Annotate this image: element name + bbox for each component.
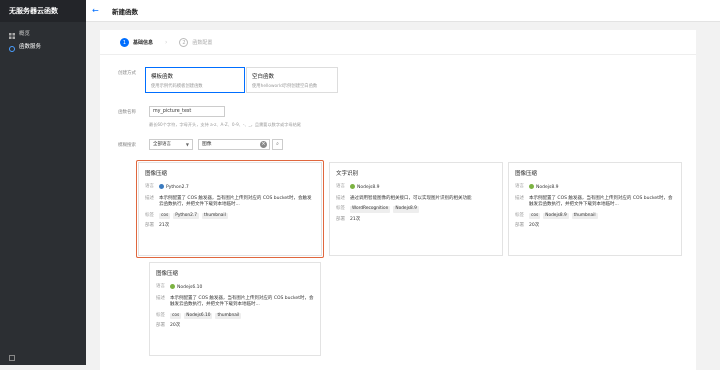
sidebar-item-overview[interactable]: 概览 (0, 28, 86, 41)
step-number: 2 (179, 38, 189, 47)
main-panel: 1 基础信息 › 2 函数配置 创建方式 模板函数 使用示例代码模板创建函数 空… (100, 30, 696, 370)
deploy-count: 21次 (350, 216, 361, 222)
step-label: 函数配置 (192, 40, 213, 46)
sidebar-item-label: 概览 (19, 31, 31, 37)
name-hint: 最长60个字符，字母开头，支持 a-z、A-Z、0-9、-、_，且需要以数字或字… (149, 122, 301, 127)
runtime-label: 语言 (156, 284, 165, 289)
chevron-right-icon: › (165, 39, 168, 46)
topbar: ← 新建函数 (86, 0, 720, 22)
method-label: 创建方式 (118, 71, 136, 76)
template-card[interactable]: 图像压缩 语言 Nodejs6.10 描述 本示例配置了 COS 触发器，当有图片上… (149, 262, 321, 356)
template-desc: 本示例配置了 COS 触发器，当有图片上传到对应的 COS bucket时，会触… (529, 195, 673, 208)
tag: thumbnail (571, 212, 598, 219)
deploys-label: 部署 (156, 323, 165, 328)
app-title: 无服务器云函数 (0, 0, 86, 22)
method-desc: 使用helloworld示例创建空白函数 (252, 84, 318, 89)
function-name-input[interactable]: my_picture_test (149, 106, 225, 117)
method-template-card[interactable]: 模板函数 使用示例代码模板创建函数 (145, 67, 245, 93)
nodejs-icon (170, 284, 175, 289)
sidebar-item-label: 函数服务 (19, 44, 42, 50)
tags-label: 标签 (336, 206, 345, 211)
template-name: 文字识别 (336, 171, 359, 177)
method-desc: 使用示例代码模板创建函数 (151, 84, 203, 89)
search-icon[interactable]: ⌕ (272, 139, 283, 150)
runtime-value: Nodejs6.10 (177, 285, 203, 290)
grid-icon (9, 32, 15, 39)
divider (100, 54, 696, 55)
tags-label: 标签 (156, 312, 165, 318)
function-icon (9, 45, 15, 52)
runtime-value: Nodejs8.9 (357, 185, 380, 190)
desc-label: 描述 (515, 195, 524, 201)
deploy-count: 20次 (170, 323, 181, 328)
template-desc: 通过调用智能图像的相关接口，可以实现图片识别的相关功能 (350, 195, 472, 201)
tag: cos (529, 212, 541, 219)
nodejs-icon (529, 184, 534, 189)
selection-highlight (136, 160, 324, 258)
nodejs-icon (350, 184, 355, 189)
language-select-value: 全部语言 (153, 142, 171, 147)
step-label: 基础信息 (133, 40, 154, 46)
tag: Nodejs6.10 (184, 312, 213, 319)
deploy-count: 20次 (529, 223, 540, 228)
tag: thumbnail (215, 312, 242, 319)
search-label: 模糊搜索 (118, 143, 136, 148)
template-desc: 本示例配置了 COS 触发器，当有图片上传到对应的 COS bucket时，会触… (170, 295, 314, 308)
template-name: 图像压缩 (515, 171, 538, 177)
language-select[interactable]: 全部语言 ▼ (149, 139, 193, 150)
page-title: 新建函数 (112, 7, 138, 16)
tag: Nodejs8.9 (393, 206, 419, 213)
back-arrow-icon[interactable]: ← (92, 6, 106, 15)
step-number: 1 (120, 38, 129, 47)
template-name: 图像压缩 (156, 271, 179, 277)
deploys-label: 部署 (515, 223, 524, 228)
method-blank-card[interactable]: 空白函数 使用helloworld示例创建空白函数 (246, 67, 338, 93)
chevron-down-icon: ▼ (185, 142, 189, 147)
stepper: 1 基础信息 › 2 函数配置 (120, 38, 212, 47)
tags-label: 标签 (515, 212, 524, 218)
tag: Nodejs8.9 (543, 212, 569, 219)
sidebar-item-functions[interactable]: 函数服务 (0, 41, 86, 54)
runtime-label: 语言 (336, 184, 345, 189)
template-card[interactable]: 文字识别 语言 Nodejs8.9 描述 通过调用智能图像的相关接口，可以实现图片识… (329, 162, 503, 256)
deploys-label: 部署 (336, 216, 345, 222)
runtime-value: Nodejs8.9 (536, 185, 559, 190)
desc-label: 描述 (156, 295, 165, 301)
tag: cos (170, 312, 182, 319)
desc-label: 描述 (336, 195, 345, 201)
tag: WordRecognition (350, 206, 391, 213)
template-card[interactable]: 图像压缩 语言 Nodejs8.9 描述 本示例配置了 COS 触发器，当有图片上传… (508, 162, 682, 256)
clear-icon[interactable]: × (260, 141, 267, 148)
name-label: 函数名称 (118, 110, 136, 115)
method-title: 模板函数 (151, 74, 174, 80)
sidebar: 无服务器云函数 概览 函数服务 (0, 0, 86, 365)
runtime-label: 语言 (515, 184, 524, 189)
method-title: 空白函数 (252, 74, 275, 80)
collapse-icon[interactable] (9, 355, 15, 361)
